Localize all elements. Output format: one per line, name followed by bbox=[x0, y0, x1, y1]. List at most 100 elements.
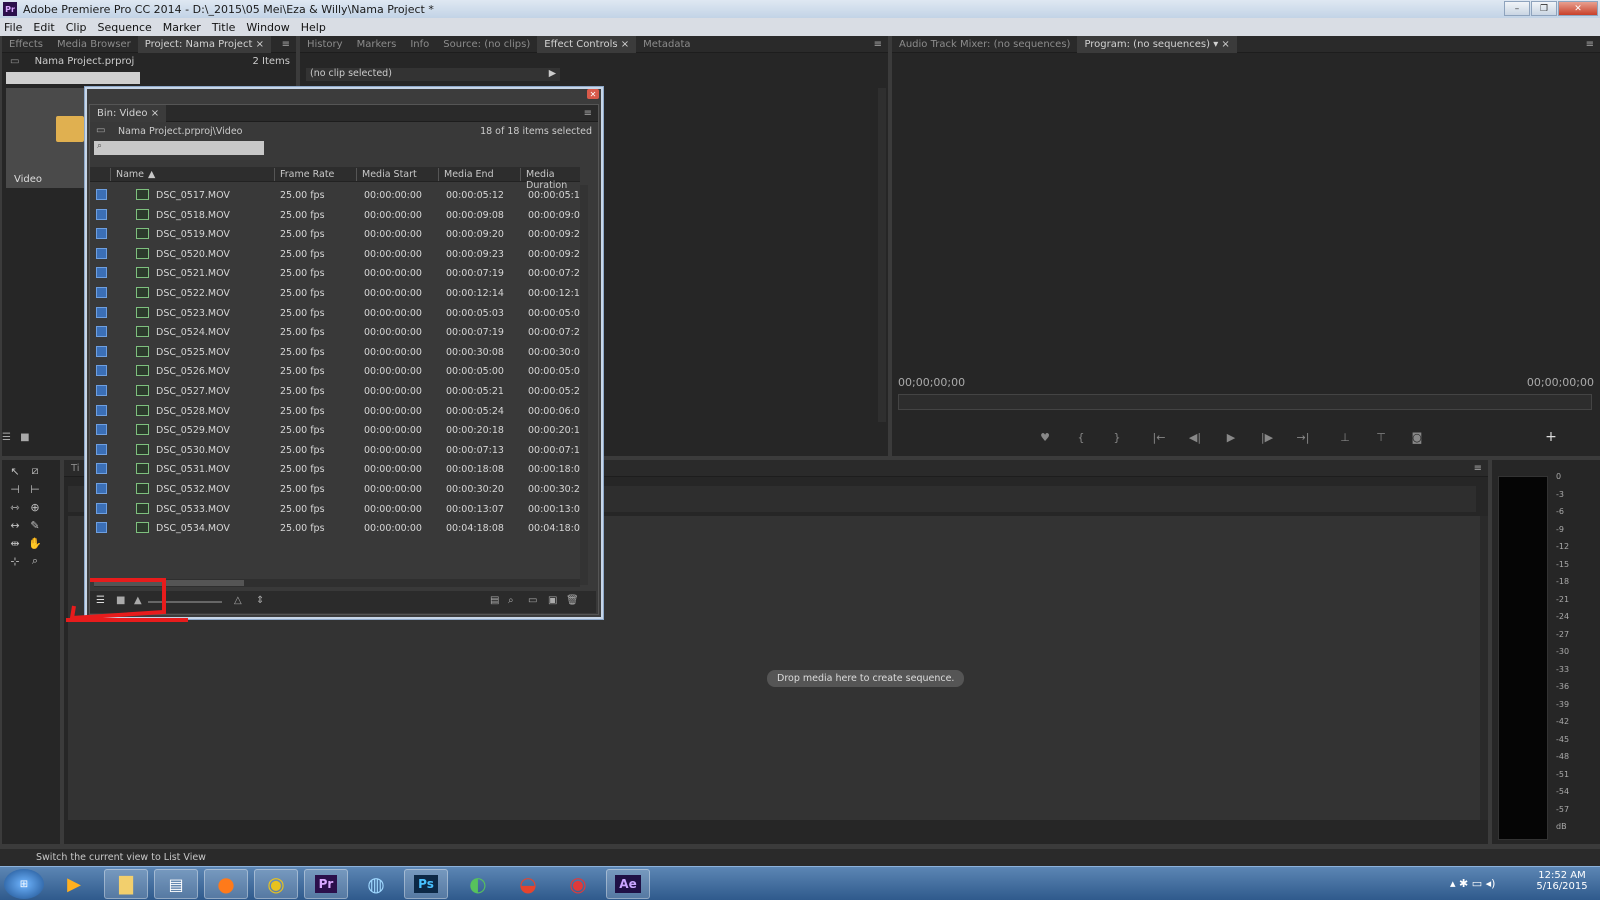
export-frame-icon[interactable]: ◙ bbox=[1404, 430, 1430, 444]
go-to-in-icon[interactable]: |← bbox=[1146, 430, 1172, 444]
clip-name[interactable]: DSC_0528.MOV bbox=[156, 406, 230, 417]
row-selected-checkbox[interactable] bbox=[96, 306, 107, 318]
row-selected-checkbox[interactable] bbox=[96, 228, 107, 240]
mark-in-icon[interactable]: { bbox=[1068, 430, 1094, 444]
menu-marker[interactable]: Marker bbox=[163, 21, 201, 34]
panel-menu-icon[interactable]: ≡ bbox=[584, 108, 592, 119]
row-selected-checkbox[interactable] bbox=[96, 502, 107, 514]
ccleaner-icon[interactable]: ◒ bbox=[506, 869, 550, 899]
file-explorer-icon[interactable]: ▇ bbox=[104, 869, 148, 899]
clip-name[interactable]: DSC_0529.MOV bbox=[156, 425, 230, 436]
row-selected-checkbox[interactable] bbox=[96, 189, 107, 200]
row-selected-checkbox[interactable] bbox=[96, 365, 107, 377]
hand-tool-icon[interactable]: ✋ bbox=[28, 536, 42, 550]
table-row[interactable]: DSC_0527.MOV 25.00 fps 00:00:00:00 00:00:05… bbox=[90, 381, 586, 401]
selection-tool-icon[interactable]: ↖ bbox=[8, 464, 22, 478]
table-row[interactable]: DSC_0520.MOV 25.00 fps 00:00:00:00 00:00:09… bbox=[90, 244, 586, 264]
clip-name[interactable]: DSC_0534.MOV bbox=[156, 523, 230, 534]
project-search-input[interactable] bbox=[6, 72, 140, 84]
go-to-out-icon[interactable]: →| bbox=[1290, 430, 1316, 444]
row-selected-checkbox[interactable] bbox=[96, 463, 107, 475]
row-selected-checkbox[interactable] bbox=[96, 385, 107, 396]
table-row[interactable]: DSC_0518.MOV 25.00 fps 00:00:00:00 00:00:09… bbox=[90, 205, 586, 225]
menu-sequence[interactable]: Sequence bbox=[98, 21, 152, 34]
clip-name[interactable]: DSC_0527.MOV bbox=[156, 386, 230, 397]
clip-name[interactable]: DSC_0519.MOV bbox=[156, 229, 230, 240]
premiere-taskbar-icon[interactable]: Pr bbox=[304, 869, 348, 899]
tab-audio-track-mixer[interactable]: Audio Track Mixer: (no sequences) bbox=[892, 36, 1077, 53]
table-row[interactable]: DSC_0517.MOV 25.00 fps 00:00:00:00 00:00:05… bbox=[90, 185, 586, 205]
table-row[interactable]: DSC_0523.MOV 25.00 fps 00:00:00:00 00:00:05… bbox=[90, 303, 586, 323]
table-row[interactable]: DSC_0524.MOV 25.00 fps 00:00:00:00 00:00:07… bbox=[90, 322, 586, 342]
tab-program[interactable]: Program: (no sequences) ▾ × bbox=[1077, 35, 1237, 53]
row-selected-checkbox[interactable] bbox=[96, 345, 107, 357]
bin-search-input[interactable]: ⌕ bbox=[94, 141, 264, 155]
photoshop-taskbar-icon[interactable]: Ps bbox=[404, 869, 448, 899]
list-view-icon[interactable]: ☰ bbox=[2, 432, 11, 443]
table-row[interactable]: DSC_0531.MOV 25.00 fps 00:00:00:00 00:00:18… bbox=[90, 459, 586, 479]
clip-name[interactable]: DSC_0523.MOV bbox=[156, 308, 230, 319]
clock[interactable]: 12:52 AM 5/16/2015 bbox=[1532, 870, 1592, 892]
table-row[interactable]: DSC_0530.MOV 25.00 fps 00:00:00:00 00:00:07… bbox=[90, 440, 586, 460]
red-app-icon[interactable]: ◉ bbox=[556, 869, 600, 899]
menu-file[interactable]: File bbox=[4, 21, 22, 34]
program-time-ruler[interactable] bbox=[898, 394, 1592, 410]
clear-trash-icon[interactable]: 🗑 bbox=[566, 595, 579, 606]
program-timecode-current[interactable]: 00;00;00;00 bbox=[898, 376, 965, 389]
table-row[interactable]: DSC_0525.MOV 25.00 fps 00:00:00:00 00:00:30… bbox=[90, 342, 586, 362]
track-tool-icon[interactable]: ⊹ bbox=[8, 554, 22, 568]
tab-effect-controls[interactable]: Effect Controls × bbox=[537, 35, 637, 53]
firefox-icon[interactable]: ● bbox=[204, 869, 248, 899]
table-row[interactable]: DSC_0519.MOV 25.00 fps 00:00:00:00 00:00:09… bbox=[90, 224, 586, 244]
slide-tool-icon[interactable]: ⇹ bbox=[8, 536, 22, 550]
sort-order-icon[interactable]: ⇕ bbox=[256, 595, 264, 606]
chrome-icon[interactable]: ◉ bbox=[254, 869, 298, 899]
table-row[interactable]: DSC_0534.MOV 25.00 fps 00:00:00:00 00:04:18… bbox=[90, 518, 586, 538]
panel-menu-icon[interactable]: ≡ bbox=[874, 39, 882, 50]
clip-name[interactable]: DSC_0531.MOV bbox=[156, 464, 230, 475]
tab-effects[interactable]: Effects bbox=[2, 36, 50, 53]
close-button[interactable]: ✕ bbox=[1558, 1, 1598, 16]
slip-tool-icon[interactable]: ↔ bbox=[8, 518, 22, 532]
clip-name[interactable]: DSC_0518.MOV bbox=[156, 210, 230, 221]
row-selected-checkbox[interactable] bbox=[96, 483, 107, 494]
menu-help[interactable]: Help bbox=[301, 21, 326, 34]
clip-name[interactable]: DSC_0524.MOV bbox=[156, 327, 230, 338]
clip-name[interactable]: DSC_0517.MOV bbox=[156, 190, 230, 201]
table-row[interactable]: DSC_0533.MOV 25.00 fps 00:00:00:00 00:00:13… bbox=[90, 499, 586, 519]
row-selected-checkbox[interactable] bbox=[96, 522, 107, 534]
clip-name[interactable]: DSC_0532.MOV bbox=[156, 484, 230, 495]
tab-media-browser[interactable]: Media Browser bbox=[50, 36, 138, 53]
tab-markers[interactable]: Markers bbox=[350, 36, 404, 53]
table-row[interactable]: DSC_0529.MOV 25.00 fps 00:00:00:00 00:00:20… bbox=[90, 420, 586, 440]
column-media-end[interactable]: Media End bbox=[444, 169, 494, 180]
scrollbar[interactable] bbox=[878, 88, 886, 422]
timeline-scrollbar[interactable] bbox=[1480, 516, 1488, 820]
razor-tool-icon[interactable]: ⊕ bbox=[28, 500, 42, 514]
documents-icon[interactable]: ▤ bbox=[154, 869, 198, 899]
step-forward-icon[interactable]: |▶ bbox=[1254, 430, 1280, 444]
play-icon[interactable]: ▶ bbox=[1218, 430, 1244, 444]
row-selected-checkbox[interactable] bbox=[96, 443, 107, 455]
menu-edit[interactable]: Edit bbox=[33, 21, 54, 34]
sort-icons-icon[interactable]: △ bbox=[234, 595, 242, 606]
sort-ascending-icon[interactable]: ▲ bbox=[148, 169, 155, 180]
clip-name[interactable]: DSC_0533.MOV bbox=[156, 504, 230, 515]
clip-name[interactable]: DSC_0521.MOV bbox=[156, 268, 230, 279]
media-player-icon[interactable]: ▶ bbox=[52, 869, 96, 899]
clip-name[interactable]: DSC_0520.MOV bbox=[156, 249, 230, 260]
tab-source[interactable]: Source: (no clips) bbox=[436, 36, 537, 53]
clip-name[interactable]: DSC_0526.MOV bbox=[156, 366, 230, 377]
column-media-start[interactable]: Media Start bbox=[362, 169, 417, 180]
mark-out-icon[interactable]: } bbox=[1104, 430, 1130, 444]
clip-name[interactable]: DSC_0522.MOV bbox=[156, 288, 230, 299]
menu-clip[interactable]: Clip bbox=[66, 21, 87, 34]
system-tray-icons[interactable]: ▴ ✱ ▭ ◂) bbox=[1450, 877, 1495, 890]
steam-icon[interactable]: ◍ bbox=[354, 869, 398, 899]
green-app-icon[interactable]: ◐ bbox=[456, 869, 500, 899]
new-item-icon[interactable]: ▣ bbox=[548, 595, 557, 606]
tab-history[interactable]: History bbox=[300, 36, 350, 53]
rolling-edit-tool-icon[interactable]: ⊢ bbox=[28, 482, 42, 496]
lift-icon[interactable]: ⊥ bbox=[1332, 430, 1358, 444]
expand-arrow-icon[interactable]: ▶ bbox=[549, 68, 556, 79]
